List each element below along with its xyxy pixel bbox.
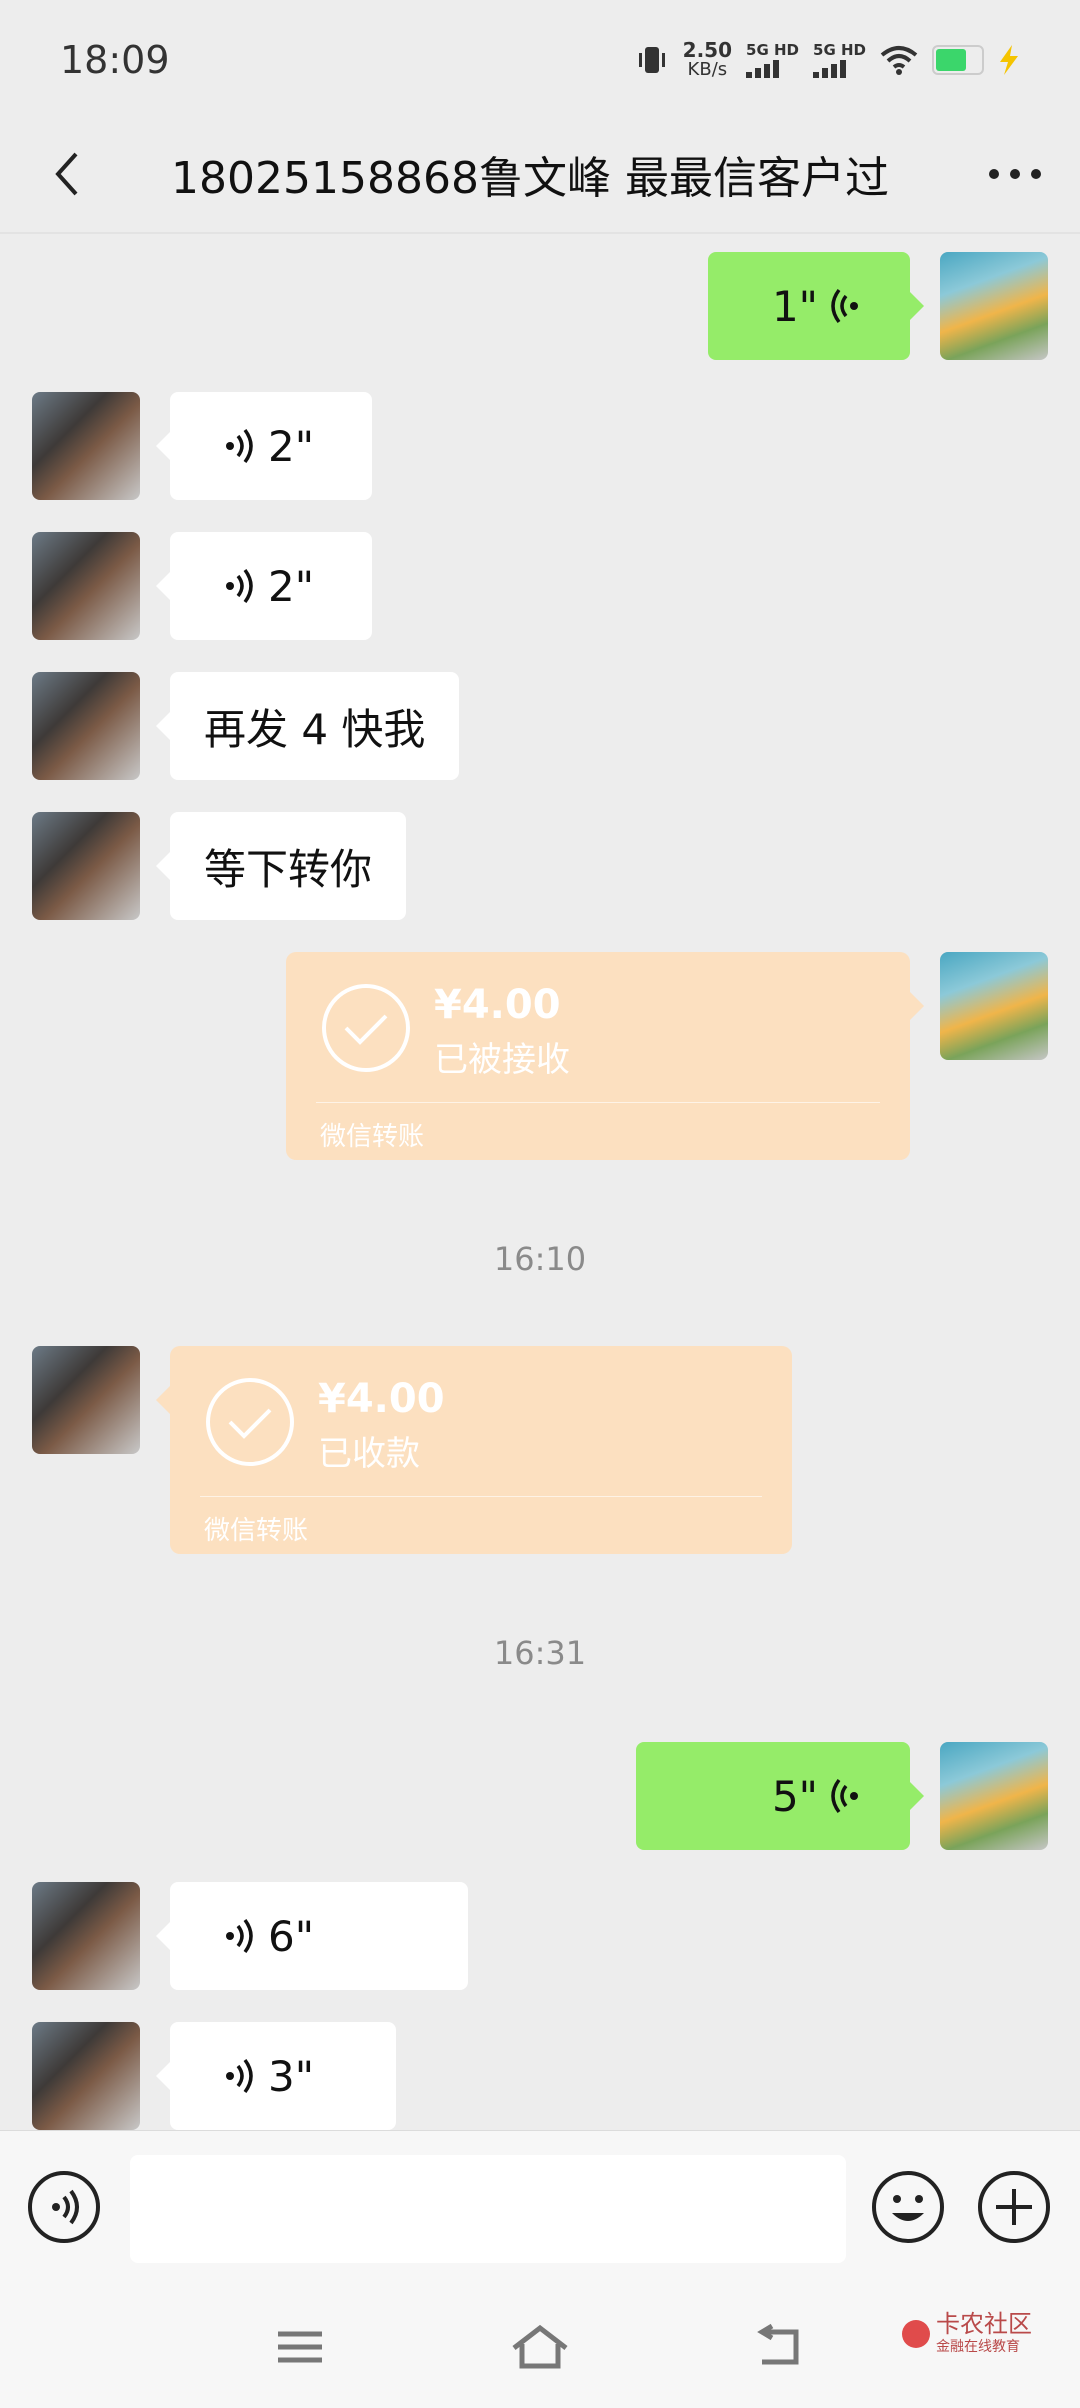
signal-bars-icon — [813, 58, 847, 78]
voice-input-toggle-icon[interactable] — [26, 2169, 102, 2245]
signal-bars-icon — [746, 58, 780, 78]
my-avatar[interactable] — [940, 252, 1048, 360]
sim2-signal: 5G HD — [813, 42, 866, 78]
network-speed-unit: KB/s — [687, 59, 728, 80]
message-input[interactable] — [130, 2155, 846, 2263]
voice-wave-icon — [226, 1918, 253, 1954]
voice-wave-icon — [226, 568, 253, 604]
my-avatar[interactable] — [940, 1742, 1048, 1850]
voice-duration: 3" — [268, 2051, 315, 2101]
contact-avatar[interactable] — [32, 672, 140, 780]
contact-avatar[interactable] — [32, 1882, 140, 1990]
message-list[interactable]: 1" 2" 2" 再发 4 快我 等下转你 ¥4.00 已被接收 微信转账 16… — [0, 234, 1080, 2130]
transfer-card[interactable]: ¥4.00 已被接收 微信转账 — [286, 952, 924, 1160]
watermark-tagline: 金融在线教育 — [936, 2339, 1020, 2355]
voice-message-bubble[interactable]: 3" — [156, 2022, 396, 2130]
status-bar: 18:09 2.50 KB/s 5G HD 5G HD — [0, 0, 1080, 120]
time-separator: 16:10 — [493, 1240, 587, 1278]
message-text: 等下转你 — [204, 844, 373, 894]
contact-avatar[interactable] — [32, 392, 140, 500]
voice-duration: 2" — [268, 561, 315, 611]
transfer-card[interactable]: ¥4.00 已收款 微信转账 — [156, 1346, 792, 1554]
transfer-source: 微信转账 — [320, 1122, 425, 1152]
more-options-icon[interactable] — [980, 144, 1050, 204]
time-separator: 16:31 — [493, 1634, 587, 1672]
sim1-label: 5G HD — [746, 41, 800, 59]
status-icons: 2.50 KB/s 5G HD 5G HD — [635, 40, 1020, 80]
transfer-divider — [200, 1496, 762, 1497]
message-input-bar — [0, 2130, 1080, 2285]
voice-message-bubble[interactable]: 5" — [636, 1742, 924, 1850]
text-message-bubble[interactable]: 再发 4 快我 — [155, 672, 460, 780]
voice-wave-icon — [831, 1778, 858, 1814]
watermark-name: 卡农社区 — [936, 2310, 1032, 2338]
transfer-amount: ¥4.00 — [434, 982, 561, 1028]
transfer-source: 微信转账 — [204, 1516, 309, 1546]
voice-wave-icon — [226, 428, 253, 464]
status-time: 18:09 — [60, 38, 170, 82]
menu-icon[interactable] — [270, 2322, 330, 2372]
contact-avatar[interactable] — [32, 812, 140, 920]
checkmark-circle-icon — [322, 984, 410, 1072]
voice-duration: 6" — [268, 1911, 315, 1961]
text-message-bubble[interactable]: 等下转你 — [155, 812, 407, 920]
my-avatar[interactable] — [940, 952, 1048, 1060]
voice-duration: 2" — [268, 421, 315, 471]
sim2-label: 5G HD — [813, 41, 866, 59]
chat-title: 18025158868鲁文峰 最最信客户过 — [171, 153, 889, 204]
voice-message-bubble[interactable]: 2" — [156, 532, 372, 640]
watermark-logo: 卡农社区 金融在线教育 — [902, 2312, 1032, 2356]
transfer-status: 已收款 — [318, 1434, 420, 1474]
transfer-status: 已被接收 — [434, 1040, 570, 1080]
return-icon[interactable] — [752, 2322, 812, 2372]
charging-icon — [1000, 45, 1018, 75]
contact-avatar[interactable] — [32, 532, 140, 640]
battery-icon — [932, 45, 984, 75]
network-speed-value: 2.50 — [682, 38, 733, 62]
watermark-logo-icon — [902, 2320, 930, 2348]
checkmark-circle-icon — [206, 1378, 294, 1466]
network-speed: 2.50 KB/s — [683, 40, 732, 80]
voice-duration: 5" — [771, 1771, 818, 1821]
contact-avatar[interactable] — [32, 2022, 140, 2130]
contact-avatar[interactable] — [32, 1346, 140, 1454]
vibrate-icon — [638, 47, 665, 73]
voice-wave-icon — [831, 288, 858, 324]
voice-message-bubble[interactable]: 1" — [708, 252, 924, 360]
plus-icon[interactable] — [976, 2169, 1052, 2245]
sim1-signal: 5G HD — [746, 42, 799, 78]
transfer-divider — [316, 1102, 880, 1103]
voice-duration: 1" — [771, 281, 818, 331]
voice-message-bubble[interactable]: 6" — [156, 1882, 468, 1990]
wifi-icon — [880, 46, 918, 75]
home-icon[interactable] — [508, 2322, 572, 2372]
voice-message-bubble[interactable]: 2" — [156, 392, 372, 500]
voice-wave-icon — [226, 2058, 253, 2094]
transfer-amount: ¥4.00 — [318, 1376, 445, 1422]
chat-header: 18025158868鲁文峰 最最信客户过 — [0, 120, 1080, 234]
emoji-icon[interactable] — [870, 2169, 946, 2245]
message-text: 再发 4 快我 — [204, 704, 426, 754]
back-arrow-icon[interactable] — [40, 144, 100, 204]
